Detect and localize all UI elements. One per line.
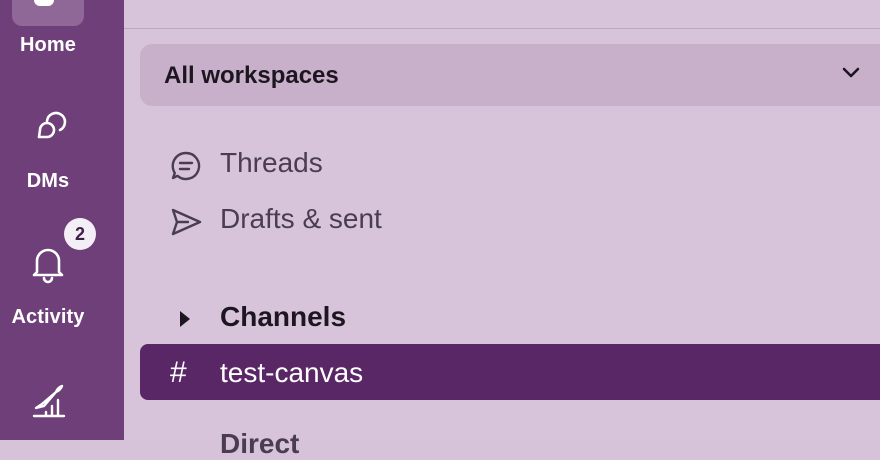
section-label: Channels (220, 301, 347, 332)
workspace-switcher-label: All workspaces (164, 62, 339, 89)
more-button[interactable] (0, 376, 96, 440)
workspace-switcher[interactable]: All workspaces (140, 44, 880, 106)
sidebar-item-label: Threads (220, 147, 323, 178)
channel-item-test-canvas[interactable]: # test-canvas (140, 344, 880, 400)
home-button[interactable]: Home (0, 0, 96, 70)
app-rail: Home DMs Activity 2 (0, 0, 124, 440)
channels-section-header[interactable]: Channels (140, 296, 880, 340)
chevron-down-icon (842, 67, 860, 78)
sidebar-item-label: Drafts & sent (220, 203, 382, 234)
caret-right-icon (180, 311, 190, 327)
send-icon (171, 208, 202, 236)
threads-icon (171, 151, 201, 181)
activity-label: Activity (11, 306, 85, 328)
bell-icon (32, 248, 64, 284)
sidebar: All workspaces Threads Drafts & sent Cha… (124, 0, 880, 459)
home-icon (34, 0, 54, 6)
rocket-icon (32, 384, 66, 418)
dms-label: DMs (26, 170, 70, 192)
activity-badge: 2 (64, 218, 96, 250)
dms-button[interactable]: DMs (0, 104, 96, 196)
dms-icon (37, 111, 67, 139)
channel-label: test-canvas (220, 357, 364, 388)
hash-icon: # (170, 356, 187, 389)
direct-messages-section-peek[interactable]: Direct (220, 428, 299, 460)
divider (124, 28, 880, 29)
sidebar-item-threads[interactable]: Threads (140, 140, 880, 184)
sidebar-item-drafts-sent[interactable]: Drafts & sent (140, 196, 880, 240)
activity-button[interactable]: Activity (0, 236, 96, 336)
home-label: Home (20, 34, 76, 56)
